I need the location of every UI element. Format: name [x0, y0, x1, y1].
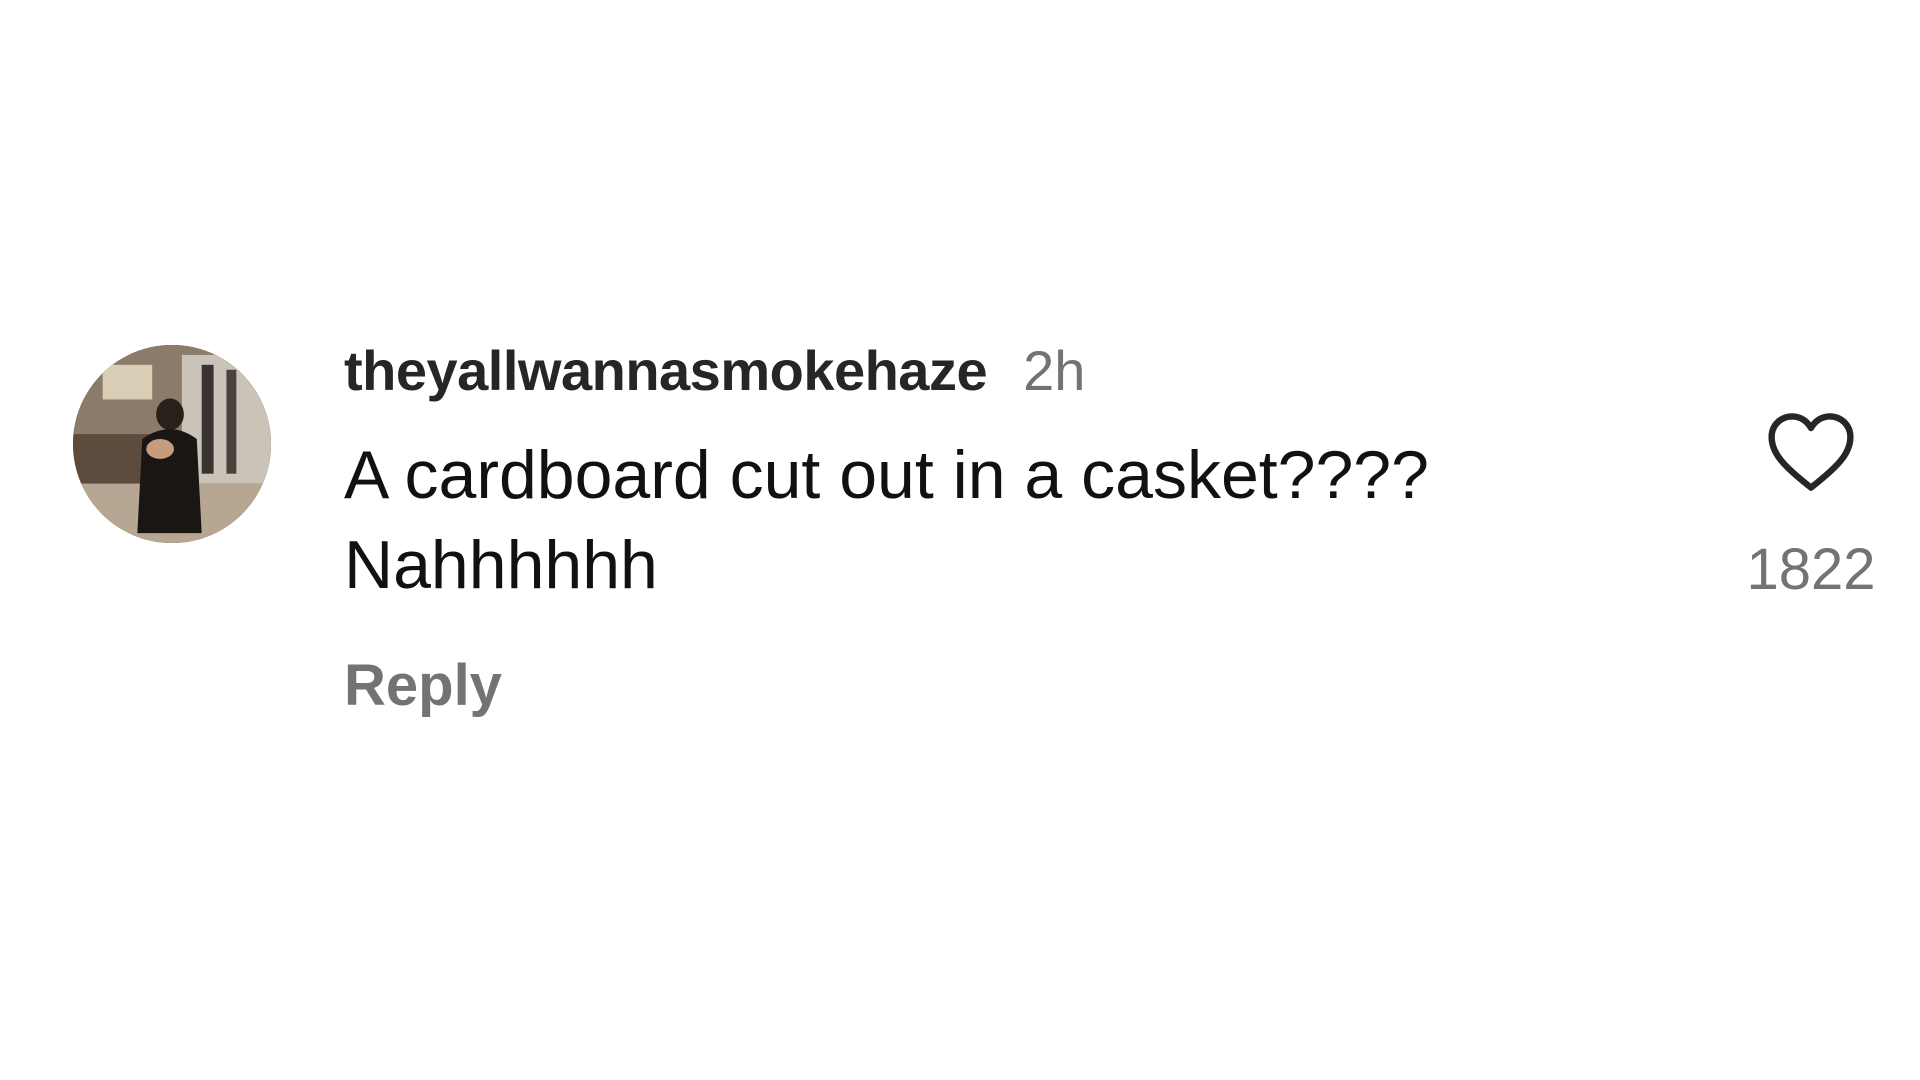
- avatar-photo-icon: [73, 345, 271, 543]
- username-link[interactable]: theyallwannasmokehaze: [344, 338, 988, 403]
- like-count: 1822: [1746, 537, 1876, 602]
- comment-text: A cardboard cut out in a casket???? Nahh…: [344, 437, 1429, 603]
- comment-item: theyallwannasmokehaze 2h A cardboard cut…: [0, 0, 1920, 1080]
- reply-button[interactable]: Reply: [344, 652, 502, 719]
- comment-body: theyallwannasmokehaze 2h A cardboard cut…: [344, 338, 1644, 719]
- comment-header: theyallwannasmokehaze 2h: [344, 338, 1644, 410]
- heart-outline-icon[interactable]: [1766, 410, 1856, 494]
- like-section: 1822: [1736, 410, 1886, 603]
- comment-timestamp: 2h: [1023, 339, 1086, 402]
- avatar[interactable]: [73, 345, 271, 543]
